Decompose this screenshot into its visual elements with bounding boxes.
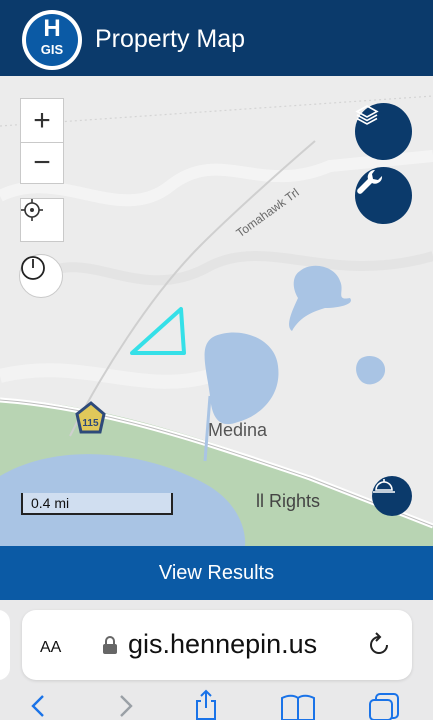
logo-badge: H GIS — [26, 14, 78, 66]
reload-icon[interactable] — [366, 632, 392, 658]
route-shield: 115 — [82, 418, 99, 429]
previous-tab-edge[interactable] — [0, 610, 10, 680]
view-results-button[interactable]: View Results — [0, 546, 433, 600]
book-icon[interactable] — [280, 692, 316, 720]
zoom-in-button[interactable]: + — [20, 98, 64, 142]
page-title: Property Map — [95, 25, 246, 53]
address-bar[interactable]: AA gis.hennepin.us — [22, 610, 412, 680]
place-label: Medina — [208, 420, 268, 440]
browser-chrome: AA gis.hennepin.us — [0, 600, 433, 720]
browser-toolbar — [0, 688, 433, 720]
basemap-icon — [373, 479, 395, 493]
measure-button[interactable] — [19, 254, 63, 298]
layers-button[interactable] — [355, 103, 412, 160]
logo-letter: H — [43, 15, 61, 42]
tools-button[interactable] — [355, 167, 412, 224]
lock-icon — [103, 636, 117, 654]
text-size-label: AA — [40, 639, 62, 656]
logo-text: GIS — [40, 42, 64, 57]
wrench-icon — [357, 169, 383, 194]
scale-label: 0.4 mi — [31, 495, 70, 511]
locate-button[interactable] — [20, 198, 64, 242]
hennepin-gis-logo[interactable]: H GIS — [22, 10, 82, 70]
basemap-button[interactable] — [372, 476, 412, 516]
attribution-text: ll Rights — [256, 491, 321, 511]
chevron-right-icon[interactable] — [116, 692, 136, 720]
app-header: H GIS Property Map — [0, 0, 433, 76]
zoom-out-button[interactable]: − — [20, 142, 64, 184]
text-size-button[interactable]: AA — [40, 632, 61, 658]
share-icon[interactable] — [193, 688, 219, 720]
layers-icon — [355, 105, 379, 125]
scale-bar: 0.4 mi — [21, 493, 173, 515]
chevron-left-icon[interactable] — [28, 692, 48, 720]
url-text[interactable]: gis.hennepin.us — [128, 629, 317, 660]
crosshair-icon — [21, 199, 43, 221]
map-view[interactable]: 115 Tomahawk Trl Medina ll Rights + − 0.… — [0, 76, 433, 546]
stopwatch-icon — [21, 256, 45, 280]
tabs-icon[interactable] — [368, 692, 400, 720]
